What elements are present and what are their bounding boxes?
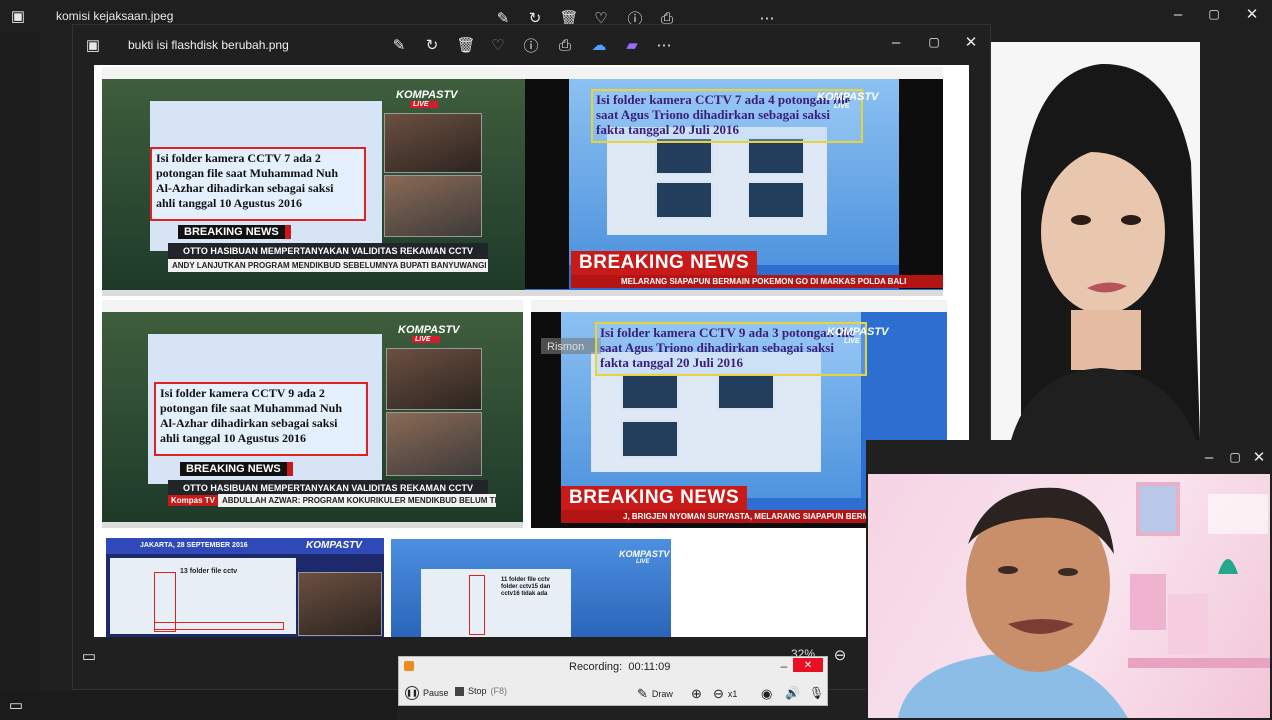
- news-ticker: MELARANG SIAPAPUN BERMAIN POKEMON GO DI …: [571, 275, 943, 288]
- photos-window: ▣ bukti isi flashdisk berubah.png ✎ ↻ 🗑 …: [72, 24, 991, 690]
- recorder-logo-icon: [404, 661, 414, 671]
- breaking-news-label: BREAKING NEWS: [178, 225, 291, 239]
- stop-icon: [455, 686, 464, 696]
- more-icon[interactable]: ⋯: [653, 35, 675, 55]
- delete-icon[interactable]: 🗑: [455, 35, 477, 55]
- sub-ticker: ANDY LANJUTKAN PROGRAM MENDIKBUD SEBELUM…: [168, 259, 488, 272]
- kompas-logo: KOMPASTV LIVE: [619, 549, 670, 565]
- pen-icon: ✎: [637, 686, 648, 701]
- breaking-news-label: BREAKING NEWS: [180, 462, 293, 476]
- kompas-logo: KOMPASTV: [306, 540, 362, 551]
- courtroom-inset-top: [386, 348, 482, 410]
- taskbar: ▭: [0, 690, 398, 720]
- edit-icon[interactable]: ✎: [388, 35, 410, 55]
- microphone-icon: 🎙: [809, 686, 825, 700]
- zoom-out-icon[interactable]: ⊖: [829, 645, 851, 665]
- file-explorer: 11 folder file cctv folder cctv15 dan cc…: [421, 569, 571, 637]
- kompas-logo: KOMPASTV LIVE: [398, 324, 460, 343]
- pause-icon: ❚❚: [405, 686, 419, 700]
- webcam-window: – ▢ ✕: [866, 440, 1272, 720]
- photos-app-icon: ▣: [10, 8, 26, 25]
- recorder-minimize-icon[interactable]: –: [776, 659, 792, 673]
- screenshot-top-left: KOMPASTV LIVE Isi folder kamera CCTV 7 ad…: [102, 67, 527, 296]
- webcam-titlebar: – ▢ ✕: [866, 440, 1272, 474]
- microphone-toggle[interactable]: 🎙: [809, 686, 824, 700]
- breaking-news-label: BREAKING NEWS: [571, 251, 758, 275]
- recording-label: Recording:: [569, 661, 623, 673]
- screen-recorder-toolbar: Recording: 00:11:09 – ✕ ❚❚ Pause Stop (F…: [398, 656, 828, 706]
- close-icon[interactable]: ✕: [1250, 448, 1268, 466]
- kompas-tv-brand: Kompas TV: [168, 495, 219, 506]
- rismon-overlay: Rismon: [541, 338, 601, 354]
- speaker-icon: 🔊: [785, 686, 800, 700]
- screenshot-bottom-right: KOMPASTV LIVE 11 folder file cctv folder …: [391, 539, 671, 637]
- filmstrip-icon[interactable]: ▭: [79, 647, 99, 665]
- minimize-icon[interactable]: –: [885, 31, 907, 53]
- webcam-toggle[interactable]: ◉: [761, 686, 772, 702]
- photo-window-title: bukti isi flashdisk berubah.png: [128, 38, 289, 52]
- zoom-out-icon: ⊖: [713, 686, 724, 701]
- news-ticker: OTTO HASIBUAN MEMPERTANYAKAN VALIDITAS R…: [168, 243, 488, 259]
- zoom-in-button[interactable]: ⊕: [691, 686, 702, 702]
- zoom-in-icon: ⊕: [691, 686, 702, 701]
- kompas-logo: KOMPASTV LIVE: [817, 91, 879, 110]
- clipchamp-icon[interactable]: ▰: [621, 35, 643, 55]
- minimize-icon[interactable]: –: [1168, 4, 1188, 24]
- share-icon[interactable]: ☁: [588, 35, 610, 55]
- filmstrip-icon[interactable]: ▭: [6, 696, 26, 714]
- webcam-feed: [868, 474, 1270, 718]
- kompas-logo: KOMPASTV LIVE: [827, 326, 889, 345]
- minimize-icon[interactable]: –: [1200, 448, 1218, 466]
- photos-app-icon: ▣: [85, 37, 101, 54]
- courtroom-inset-bottom: [386, 412, 482, 476]
- maximize-icon[interactable]: ▢: [923, 31, 945, 53]
- caption-box: Isi folder kamera CCTV 9 ada 2 potongan …: [154, 382, 368, 456]
- screenshot-bottom-left: JAKARTA, 28 SEPTEMBER 2016 KOMPASTV 13 f…: [106, 538, 384, 637]
- close-icon[interactable]: ✕: [1242, 4, 1262, 24]
- recorder-close-icon[interactable]: ✕: [793, 658, 823, 672]
- draw-button[interactable]: ✎ Draw: [637, 686, 673, 702]
- pause-button[interactable]: ❚❚ Pause: [405, 686, 449, 700]
- info-icon[interactable]: ⓘ: [520, 35, 542, 55]
- kompas-logo: KOMPASTV LIVE: [396, 89, 458, 108]
- maximize-icon[interactable]: ▢: [1204, 4, 1224, 24]
- file-explorer: 13 folder file cctv: [110, 558, 296, 634]
- rotate-icon[interactable]: ↻: [421, 35, 443, 55]
- photo-titlebar: ▣ bukti isi flashdisk berubah.png ✎ ↻ 🗑 …: [73, 25, 990, 63]
- breaking-news-label: BREAKING NEWS: [561, 486, 748, 510]
- folder-count-label: 11 folder file cctv folder cctv15 dan cc…: [501, 577, 551, 597]
- courtroom-inset-bottom: [384, 175, 482, 237]
- woman-portrait: [1011, 63, 1200, 440]
- close-icon[interactable]: ✕: [960, 31, 982, 53]
- screenshot-top-right: Isi folder kamera CCTV 7 ada 4 potongan …: [525, 67, 943, 296]
- portrait-photo: [991, 42, 1200, 440]
- presenter-video: [898, 482, 1270, 718]
- caption-box: Isi folder kamera CCTV 7 ada 2 potongan …: [150, 147, 366, 221]
- screenshot-mid-left: KOMPASTV LIVE Isi folder kamera CCTV 9 ad…: [102, 300, 523, 528]
- recording-status: Recording: 00:11:09: [569, 661, 670, 673]
- courtroom-inset: [298, 572, 382, 636]
- print-icon[interactable]: ⎙: [554, 35, 576, 55]
- folder-count-label: 13 folder file cctv: [180, 568, 238, 575]
- zoom-out-button[interactable]: ⊖ x1: [713, 686, 737, 702]
- recording-time: 00:11:09: [628, 661, 671, 673]
- maximize-icon[interactable]: ▢: [1226, 448, 1244, 466]
- background-left-strip: [0, 32, 40, 690]
- courtroom-inset-top: [384, 113, 482, 173]
- image-canvas[interactable]: KOMPASTV LIVE Isi folder kamera CCTV 7 ad…: [94, 65, 969, 637]
- sub-ticker: ABDULLAH AZWAR: PROGRAM KOKURIKULER MEND…: [218, 494, 496, 507]
- favorite-icon[interactable]: ♡: [487, 35, 509, 55]
- audio-toggle[interactable]: 🔊: [785, 686, 800, 700]
- webcam-icon: ◉: [761, 686, 773, 701]
- background-window-title: komisi kejaksaan.jpeg: [56, 9, 174, 23]
- stop-button[interactable]: Stop (F8): [455, 686, 507, 696]
